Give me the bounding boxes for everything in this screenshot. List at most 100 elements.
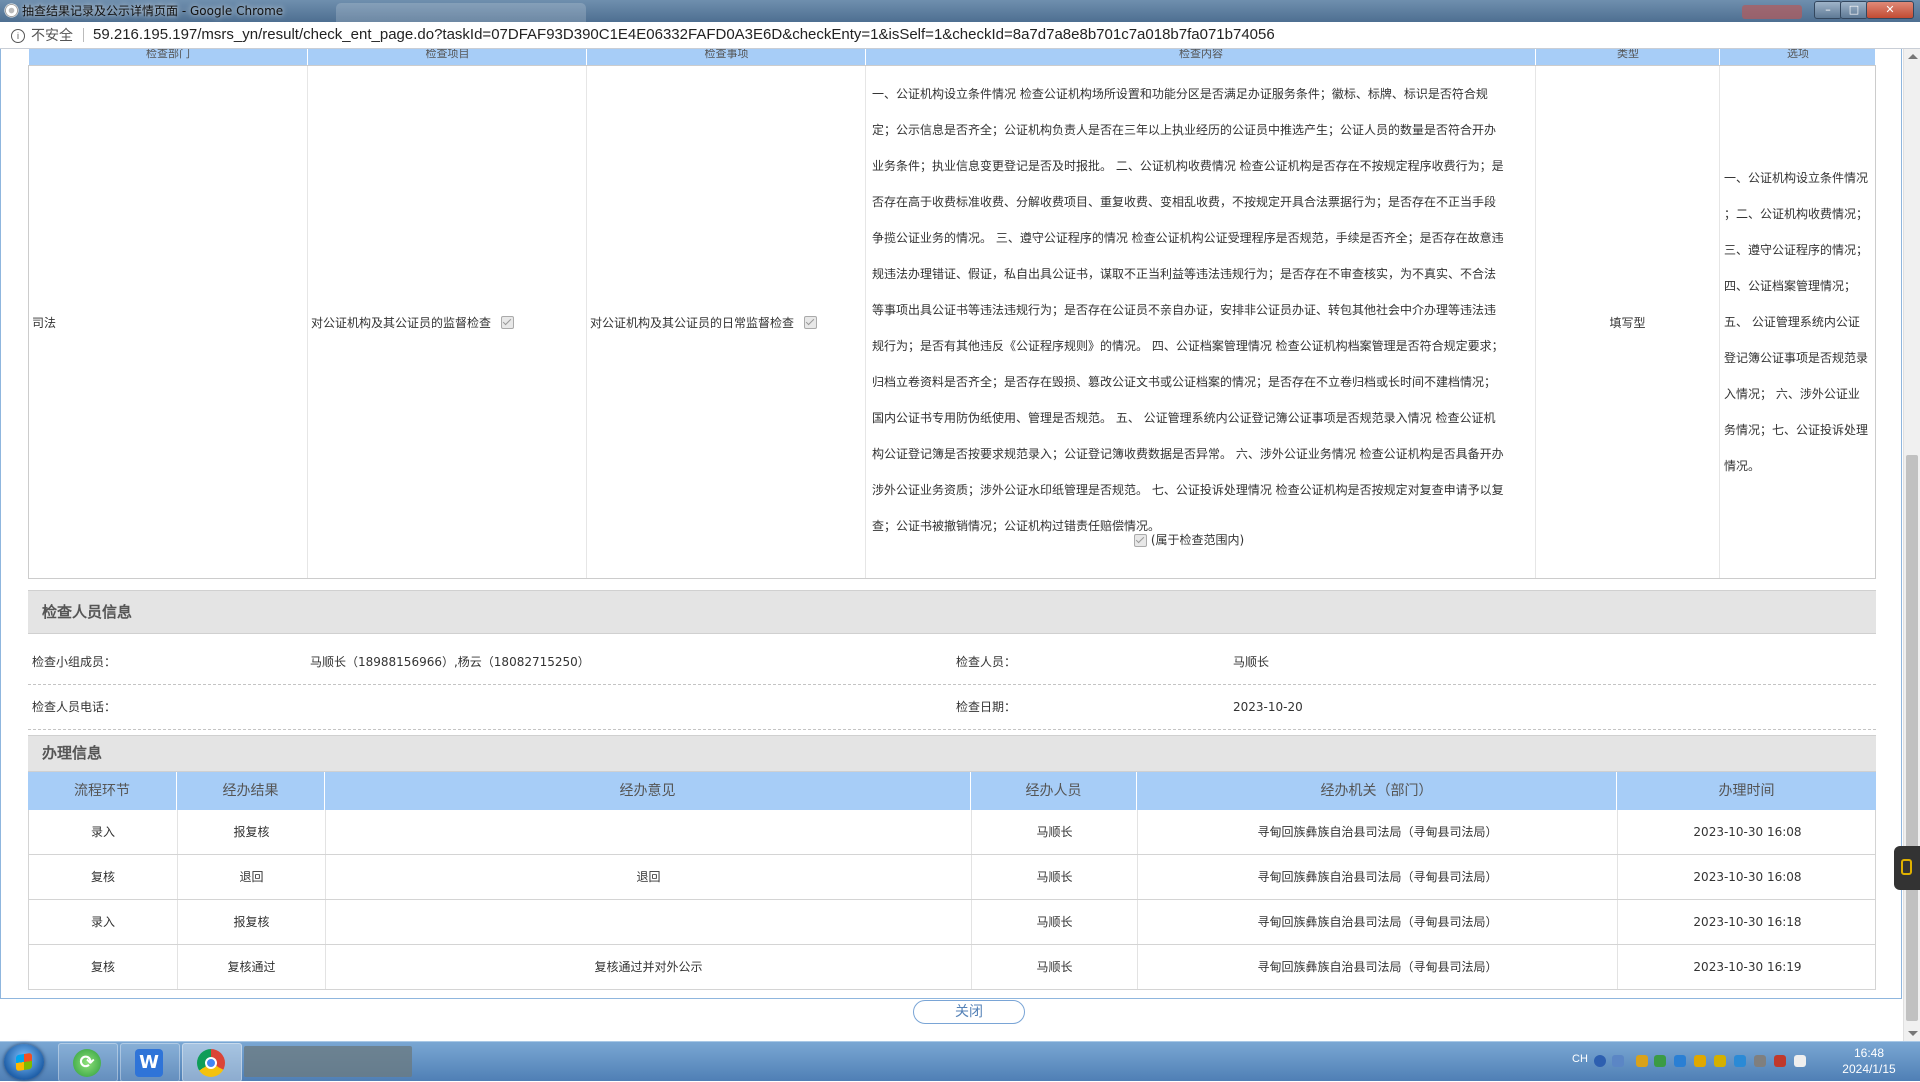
result-cell: 退回: [177, 855, 325, 899]
maximize-button[interactable]: □: [1840, 1, 1868, 19]
time-cell: 2023-10-30 16:08: [1617, 855, 1877, 899]
taskbar-window-blurred[interactable]: [244, 1046, 412, 1077]
time-cell: 2023-10-30 16:19: [1617, 945, 1877, 989]
sync-icon[interactable]: [1734, 1055, 1746, 1067]
opinion-cell: 复核通过并对外公示: [325, 945, 971, 989]
system-clock[interactable]: 16:48 2024/1/15: [1826, 1045, 1912, 1077]
chrome-icon: [4, 3, 19, 18]
handler-cell: 马顺长: [971, 855, 1137, 899]
opinion-cell: [325, 810, 971, 854]
info-icon[interactable]: i: [11, 29, 25, 43]
matter-cell: 对公证机构及其公证员的日常监督检查: [586, 66, 865, 578]
check-table: 司法 对公证机构及其公证员的监督检查 对公证机构及其公证员的日常监督检查 一、公…: [28, 65, 1876, 579]
item-cell: 对公证机构及其公证员的监督检查: [307, 66, 586, 578]
options-cell: 一、公证机构设立条件情况 ；二、公证机构收费情况；三、遵守公证程序的情况； 四、…: [1719, 66, 1875, 578]
url-text[interactable]: 59.216.195.197/msrs_yn/result/check_ent_…: [93, 22, 1275, 48]
chrome-icon: [197, 1049, 225, 1077]
step-cell: 复核: [90, 960, 115, 974]
taskbar-ie[interactable]: ⟳: [58, 1043, 118, 1082]
team-value: 马顺长（18988156966）,杨云（18082715250）: [310, 655, 590, 669]
address-bar[interactable]: i 不安全 59.216.195.197/msrs_yn/result/chec…: [0, 22, 1920, 49]
col-time: 办理时间: [1616, 772, 1876, 810]
result-cell: 复核通过: [177, 945, 325, 989]
header-options: 选项: [1719, 49, 1876, 65]
item-value: 对公证机构及其公证员的监督检查: [311, 315, 492, 330]
scope-checkbox[interactable]: [1133, 534, 1147, 547]
lock-icon[interactable]: [1714, 1055, 1726, 1067]
inspector-value: 马顺长: [1233, 655, 1270, 669]
window-title-bar: 抽查结果记录及公示详情页面 - Google Chrome – □ ✕: [0, 0, 1920, 22]
volume-muted-icon[interactable]: [1774, 1055, 1786, 1067]
start-button[interactable]: [4, 1044, 44, 1080]
matter-value: 对公证机构及其公证员的日常监督检查: [590, 315, 795, 330]
inspector-row-2: 检查人员电话： 检查日期： 2023-10-20: [28, 685, 1876, 730]
display-icon[interactable]: [1754, 1055, 1766, 1067]
new-tab-area[interactable]: [1742, 5, 1802, 19]
table-row: 复核 复核通过 复核通过并对外公示 马顺长 寻甸回族彝族自治县司法局（寻甸县司法…: [28, 945, 1876, 990]
scrollbar-thumb[interactable]: [1906, 455, 1918, 1021]
vertical-scrollbar[interactable]: [1903, 49, 1920, 1041]
help-icon[interactable]: [1594, 1055, 1606, 1067]
type-value: 填写型: [1609, 315, 1646, 330]
step-cell: 录入: [90, 915, 115, 929]
col-result: 经办结果: [176, 772, 324, 810]
agency-cell: 寻甸回族彝族自治县司法局（寻甸县司法局）: [1137, 900, 1617, 944]
item-checkbox[interactable]: [501, 315, 515, 329]
minimize-button[interactable]: –: [1814, 1, 1842, 19]
time-cell: 2023-10-30 16:08: [1617, 810, 1877, 854]
process-section-title: 办理信息: [28, 735, 1876, 772]
process-table-header: 流程环节 经办结果 经办意见 经办人员 经办机关（部门） 办理时间: [28, 772, 1876, 810]
col-handler: 经办人员: [970, 772, 1136, 810]
windows-logo-icon: [16, 1052, 32, 1072]
department-cell: 司法: [29, 66, 307, 578]
department-value: 司法: [32, 315, 57, 330]
col-step: 流程环节: [74, 783, 130, 799]
antivirus-icon[interactable]: [1654, 1055, 1666, 1067]
network-icon[interactable]: [1612, 1055, 1624, 1067]
taskbar-chrome[interactable]: [182, 1043, 242, 1082]
clipboard-icon: [1901, 859, 1912, 875]
step-cell: 录入: [90, 825, 115, 839]
close-button[interactable]: 关闭: [913, 1000, 1025, 1024]
header-content: 检查内容: [865, 49, 1536, 65]
taskbar-wps[interactable]: W: [120, 1043, 180, 1082]
check-table-header: 检查部门 检查项目 检查事项 检查内容 类型 选项: [29, 49, 1875, 65]
scope-line: (属于检查范围内): [872, 531, 1506, 548]
handler-cell: 马顺长: [971, 810, 1137, 854]
browser-tab[interactable]: [336, 3, 586, 22]
date-label: 检查日期：: [956, 700, 1017, 714]
team-label: 检查小组成员：: [32, 655, 117, 669]
ime-indicator[interactable]: CH: [1572, 1053, 1588, 1065]
handler-cell: 马顺长: [971, 945, 1137, 989]
clock-date: 2024/1/15: [1842, 1062, 1896, 1076]
result-cell: 报复核: [177, 810, 325, 854]
security-label[interactable]: 不安全: [31, 22, 73, 48]
scroll-up-icon[interactable]: [1908, 54, 1918, 59]
result-cell: 报复核: [177, 900, 325, 944]
bluetooth-icon[interactable]: [1674, 1055, 1686, 1067]
shield-icon[interactable]: [1694, 1055, 1706, 1067]
matter-checkbox[interactable]: [804, 315, 818, 329]
close-window-button[interactable]: ✕: [1866, 1, 1914, 19]
scroll-down-icon[interactable]: [1908, 1031, 1918, 1036]
opinion-cell: [325, 900, 971, 944]
col-agency: 经办机关（部门）: [1136, 772, 1616, 810]
handler-cell: 马顺长: [971, 900, 1137, 944]
browser-refresh-icon: ⟳: [73, 1049, 101, 1077]
check-content-text: 一、公证机构设立条件情况 检查公证机构场所设置和功能分区是否满足办证服务条件；徽…: [872, 87, 1504, 533]
options-value: 一、公证机构设立条件情况 ；二、公证机构收费情况；三、遵守公证程序的情况； 四、…: [1724, 171, 1869, 473]
side-float-widget[interactable]: [1894, 846, 1920, 890]
security-icon[interactable]: [1636, 1055, 1648, 1067]
clock-time: 16:48: [1853, 1046, 1885, 1060]
content-cell: 一、公证机构设立条件情况 检查公证机构场所设置和功能分区是否满足办证服务条件；徽…: [865, 66, 1535, 578]
flag-icon[interactable]: [1794, 1055, 1806, 1067]
scope-label: (属于检查范围内): [1150, 533, 1245, 547]
window-title: 抽查结果记录及公示详情页面 - Google Chrome: [22, 4, 284, 18]
agency-cell: 寻甸回族彝族自治县司法局（寻甸县司法局）: [1137, 945, 1617, 989]
inspector-row-1: 检查小组成员： 马顺长（18988156966）,杨云（18082715250）…: [28, 640, 1876, 685]
type-cell: 填写型: [1535, 66, 1719, 578]
step-cell: 复核: [90, 870, 115, 884]
table-row: 录入 报复核 马顺长 寻甸回族彝族自治县司法局（寻甸县司法局） 2023-10-…: [28, 900, 1876, 945]
taskbar: ⟳ W CH 16:48 2024/1/15: [0, 1041, 1920, 1082]
wps-writer-icon: W: [135, 1049, 163, 1077]
